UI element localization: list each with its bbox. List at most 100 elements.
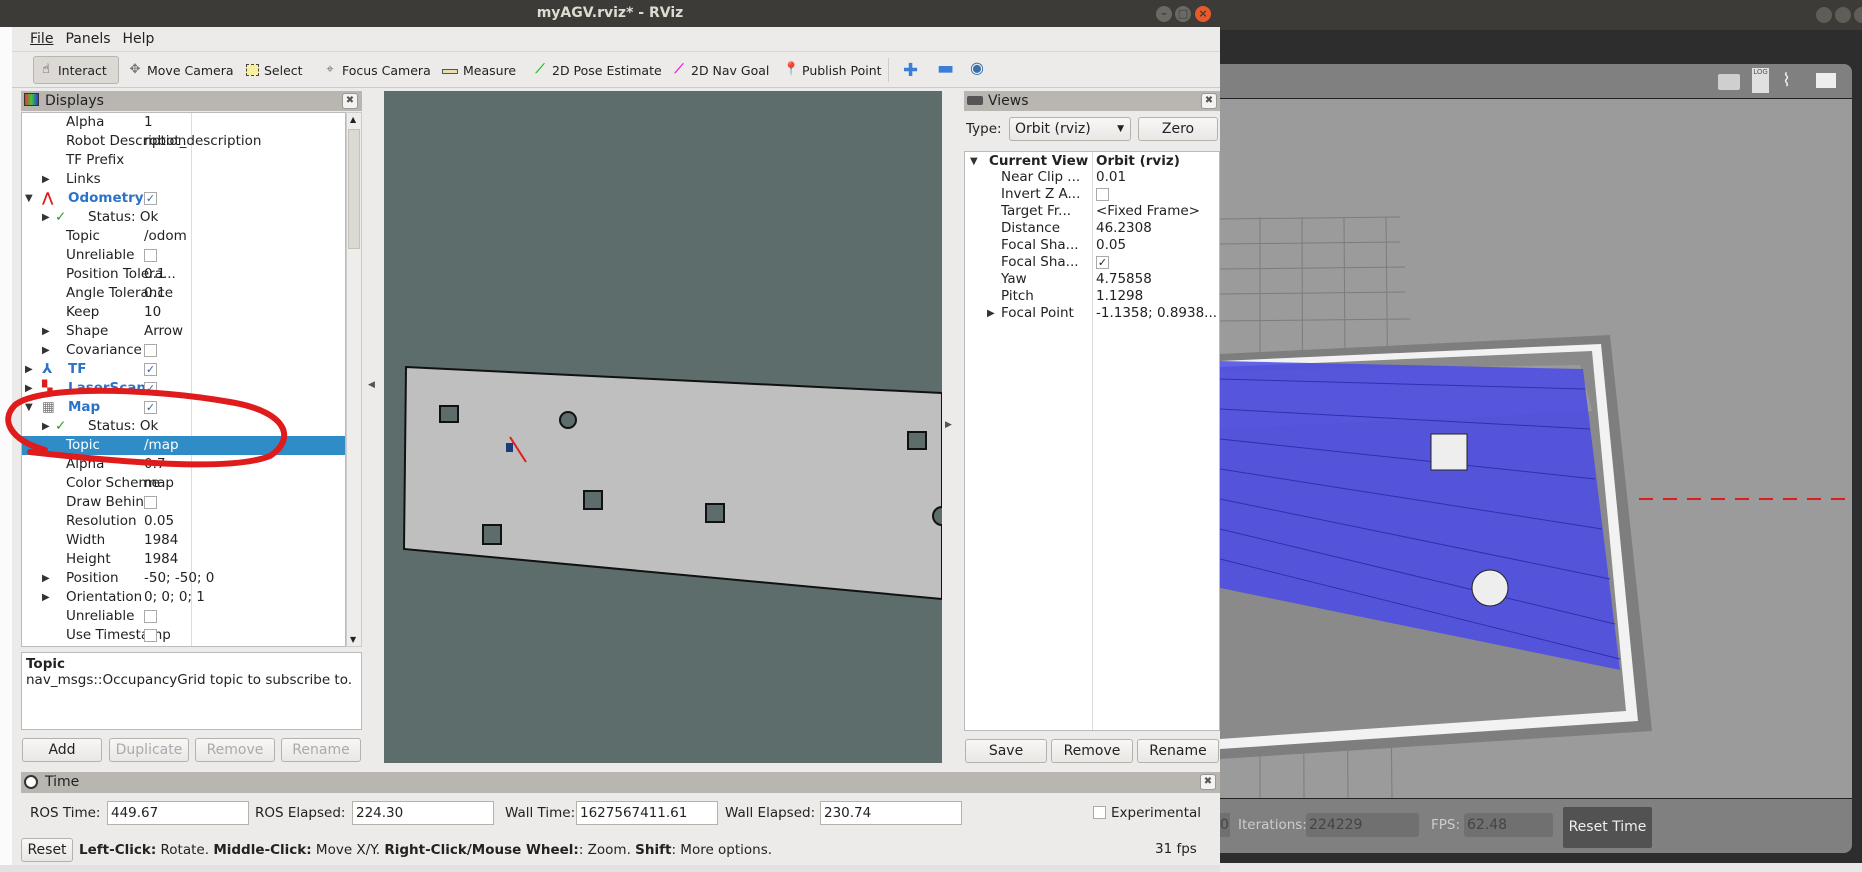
tool-move-camera[interactable]: ✥ Move Camera (123, 56, 239, 84)
view-property-row[interactable]: Yaw 4.75858 (965, 271, 1219, 288)
expand-closed-icon[interactable]: ▶ (42, 322, 50, 341)
display-row[interactable]: Resolution 0.05 (22, 512, 345, 531)
display-row[interactable]: ▶ ⅄ TF ✓ (22, 360, 345, 379)
zero-button[interactable]: Zero (1138, 117, 1218, 141)
display-row[interactable]: Use Timestamp (22, 626, 345, 645)
expand-closed-icon[interactable]: ▶ (42, 588, 50, 607)
view-property-row[interactable]: Focal Sha... 0.05 (965, 237, 1219, 254)
display-row[interactable]: Unreliable (22, 607, 345, 626)
display-row[interactable]: ▶ Shape Arrow (22, 322, 345, 341)
display-row[interactable]: ▶ Covariance (22, 341, 345, 360)
expand-closed-icon[interactable]: ▶ (42, 208, 50, 227)
scroll-up-icon[interactable]: ▲ (350, 115, 356, 124)
render-view[interactable] (384, 91, 942, 763)
close-button[interactable]: × (1195, 6, 1211, 22)
display-row[interactable]: ▼ ⋀ Odometry ✓ (22, 189, 345, 208)
menu-file[interactable]: File (12, 27, 61, 47)
view-type-select[interactable]: Orbit (rviz) ▼ (1009, 117, 1131, 141)
gazebo-3d-view[interactable] (1220, 99, 1852, 798)
display-row[interactable]: Robot Description robot_description (22, 132, 345, 151)
view-property-row[interactable]: Near Clip ... 0.01 (965, 169, 1219, 186)
display-row[interactable]: Height 1984 (22, 550, 345, 569)
reset-button[interactable]: Reset (21, 838, 73, 862)
display-row[interactable]: TF Prefix (22, 151, 345, 170)
time-close-button[interactable]: ✖ (1200, 774, 1216, 790)
view-property-row[interactable]: ▶ Focal Point -1.1358; 0.8938... (965, 305, 1219, 322)
view-property-row[interactable]: Pitch 1.1298 (965, 288, 1219, 305)
expand-closed-icon[interactable]: ▶ (42, 569, 50, 588)
scrollbar-thumb[interactable] (348, 129, 360, 249)
tool-measure[interactable]: Measure (437, 56, 521, 84)
collapse-left-icon[interactable]: ◀ (368, 380, 375, 390)
tool-interact[interactable]: ☝ Interact (33, 56, 119, 84)
gazebo-maximize-button[interactable] (1835, 7, 1851, 23)
expand-closed-icon[interactable]: ▶ (42, 170, 50, 189)
tool-focus-camera[interactable]: ⌖ Focus Camera (318, 56, 436, 84)
views-close-button[interactable]: ✖ (1201, 93, 1217, 109)
rename-display-button[interactable]: Rename (281, 738, 361, 762)
expand-closed-icon[interactable]: ▶ (42, 341, 50, 360)
video-icon[interactable] (1816, 73, 1836, 88)
add-tool-icon[interactable]: ✚ (903, 60, 918, 81)
view-eye-icon[interactable]: ◉ (970, 58, 984, 77)
property-checkbox[interactable]: ✓ (144, 363, 157, 376)
experimental-checkbox[interactable] (1093, 806, 1106, 819)
collapse-right-icon[interactable]: ▶ (945, 420, 952, 430)
tool-publish-point[interactable]: 📍 Publish Point (778, 56, 887, 84)
menu-help[interactable]: Help (119, 27, 163, 47)
view-property-row[interactable]: Target Fr... <Fixed Frame> (965, 203, 1219, 220)
ros-time-field[interactable]: 449.67 (107, 801, 249, 825)
save-view-button[interactable]: Save (965, 739, 1047, 763)
display-row[interactable]: ▶ Position -50; -50; 0 (22, 569, 345, 588)
display-row[interactable]: Draw Behind (22, 493, 345, 512)
display-row[interactable]: Width 1984 (22, 531, 345, 550)
property-checkbox[interactable] (144, 629, 157, 642)
tool-2d-nav-goal[interactable]: ⟋ 2D Nav Goal (667, 56, 774, 84)
wall-time-field[interactable]: 1627567411.61 (576, 801, 718, 825)
remove-view-button[interactable]: Remove (1051, 739, 1133, 763)
displays-close-button[interactable]: ✖ (342, 93, 358, 109)
view-property-checkbox[interactable]: ✓ (1096, 256, 1109, 269)
gazebo-minimize-button[interactable] (1816, 7, 1832, 23)
display-row[interactable]: Keep 10 (22, 303, 345, 322)
display-row[interactable]: Alpha 1 (22, 113, 345, 132)
displays-scrollbar[interactable]: ▲ ▼ (346, 112, 362, 647)
maximize-button[interactable]: □ (1175, 6, 1191, 22)
plot-icon[interactable]: ⌇ (1782, 70, 1791, 91)
tool-select[interactable]: Select (241, 56, 308, 84)
display-row[interactable]: Topic/odom (22, 227, 345, 246)
camera-icon[interactable] (1718, 74, 1740, 90)
property-checkbox[interactable] (144, 496, 157, 509)
log-icon[interactable]: LOG (1752, 68, 1769, 93)
scroll-down-icon[interactable]: ▼ (350, 635, 356, 644)
property-checkbox[interactable] (144, 344, 157, 357)
view-property-row[interactable]: Focal Sha... ✓ (965, 254, 1219, 271)
display-row[interactable]: Angle Tolerance 0.1 (22, 284, 345, 303)
wall-elapsed-field[interactable]: 230.74 (820, 801, 962, 825)
view-property-row[interactable]: Distance 46.2308 (965, 220, 1219, 237)
menu-panels[interactable]: Panels (61, 27, 118, 47)
remove-display-button[interactable]: Remove (195, 738, 275, 762)
add-button[interactable]: Add (22, 738, 102, 762)
duplicate-button[interactable]: Duplicate (109, 738, 189, 762)
view-property-row[interactable]: Invert Z A... (965, 186, 1219, 203)
expand-closed-icon[interactable]: ▶ (25, 360, 33, 379)
display-row[interactable]: Unreliable (22, 246, 345, 265)
expand-open-icon[interactable]: ▼ (25, 189, 33, 208)
ros-elapsed-field[interactable]: 224.30 (352, 801, 494, 825)
property-checkbox[interactable]: ✓ (144, 192, 157, 205)
display-row[interactable]: ▶ Orientation 0; 0; 0; 1 (22, 588, 345, 607)
tool-2d-pose-estimate[interactable]: ⟋ 2D Pose Estimate (528, 56, 667, 84)
remove-tool-icon[interactable]: ▬ (937, 58, 954, 79)
rename-view-button[interactable]: Rename (1137, 739, 1219, 763)
views-tree[interactable]: ▼ Current View Orbit (rviz) Near Clip ..… (964, 151, 1220, 731)
display-row[interactable]: ▶ ✓ Status: Ok (22, 208, 345, 227)
display-row[interactable]: Position Tolera... 0.1 (22, 265, 345, 284)
display-row[interactable]: ▶ Links (22, 170, 345, 189)
minimize-button[interactable]: – (1156, 6, 1172, 22)
reset-time-button[interactable]: Reset Time (1563, 807, 1652, 848)
property-checkbox[interactable] (144, 610, 157, 623)
view-property-checkbox[interactable] (1096, 188, 1109, 201)
property-checkbox[interactable] (144, 249, 157, 262)
expand-closed-icon[interactable]: ▶ (987, 305, 995, 322)
